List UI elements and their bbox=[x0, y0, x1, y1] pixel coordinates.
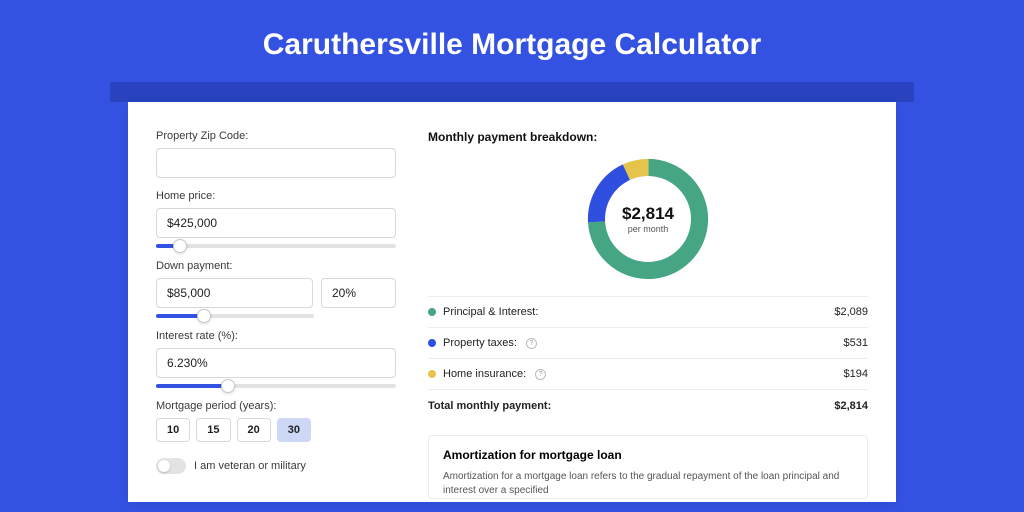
down-payment-pct-input[interactable] bbox=[321, 278, 396, 308]
calculator-panel: Property Zip Code: Home price: Down paym… bbox=[128, 102, 896, 502]
breakdown-line-principal: Principal & Interest: $2,089 bbox=[428, 296, 868, 327]
dot-icon bbox=[428, 308, 436, 316]
home-price-slider[interactable] bbox=[156, 244, 396, 248]
down-payment-amount-input[interactable] bbox=[156, 278, 313, 308]
breakdown-item-value: $2,089 bbox=[834, 306, 868, 318]
help-icon[interactable]: ? bbox=[535, 369, 546, 380]
slider-thumb-icon[interactable] bbox=[197, 309, 211, 323]
breakdown-item-value: $531 bbox=[844, 337, 868, 349]
breakdown-total-row: Total monthly payment: $2,814 bbox=[428, 389, 868, 421]
amortization-title: Amortization for mortgage loan bbox=[443, 448, 853, 462]
dot-icon bbox=[428, 339, 436, 347]
page-title: Caruthersville Mortgage Calculator bbox=[0, 28, 1024, 62]
page-header: Caruthersville Mortgage Calculator bbox=[0, 0, 1024, 82]
dot-icon bbox=[428, 370, 436, 378]
breakdown-total-value: $2,814 bbox=[834, 400, 868, 412]
mortgage-period-label: Mortgage period (years): bbox=[156, 400, 396, 412]
donut-amount: $2,814 bbox=[622, 204, 674, 224]
breakdown-column: Monthly payment breakdown: $2,814 per mo… bbox=[428, 130, 868, 502]
zip-input[interactable] bbox=[156, 148, 396, 178]
veteran-label: I am veteran or military bbox=[194, 460, 306, 472]
breakdown-line-insurance: Home insurance: ? $194 bbox=[428, 358, 868, 389]
interest-rate-label: Interest rate (%): bbox=[156, 330, 396, 342]
down-payment-slider[interactable] bbox=[156, 314, 314, 318]
down-payment-label: Down payment: bbox=[156, 260, 396, 272]
down-payment-field: Down payment: bbox=[156, 260, 396, 318]
interest-rate-input[interactable] bbox=[156, 348, 396, 378]
amortization-body: Amortization for a mortgage loan refers … bbox=[443, 470, 853, 498]
back-panel-tab bbox=[110, 82, 914, 102]
period-option-10[interactable]: 10 bbox=[156, 418, 190, 442]
donut-per: per month bbox=[628, 224, 669, 234]
period-option-30[interactable]: 30 bbox=[277, 418, 311, 442]
breakdown-item-label: Home insurance: bbox=[443, 368, 526, 380]
veteran-switch[interactable] bbox=[156, 458, 186, 474]
slider-thumb-icon[interactable] bbox=[221, 379, 235, 393]
mortgage-period-group: 10 15 20 30 bbox=[156, 418, 396, 442]
period-option-20[interactable]: 20 bbox=[237, 418, 271, 442]
period-option-15[interactable]: 15 bbox=[196, 418, 230, 442]
interest-rate-field: Interest rate (%): bbox=[156, 330, 396, 388]
breakdown-item-value: $194 bbox=[844, 368, 868, 380]
home-price-input[interactable] bbox=[156, 208, 396, 238]
veteran-row: I am veteran or military bbox=[156, 458, 396, 474]
donut-chart-wrap: $2,814 per month bbox=[428, 154, 868, 284]
donut-chart: $2,814 per month bbox=[583, 154, 713, 284]
amortization-card: Amortization for mortgage loan Amortizat… bbox=[428, 435, 868, 499]
breakdown-line-taxes: Property taxes: ? $531 bbox=[428, 327, 868, 358]
zip-label: Property Zip Code: bbox=[156, 130, 396, 142]
help-icon[interactable]: ? bbox=[526, 338, 537, 349]
slider-thumb-icon[interactable] bbox=[173, 239, 187, 253]
mortgage-period-field: Mortgage period (years): 10 15 20 30 bbox=[156, 400, 396, 442]
interest-rate-slider[interactable] bbox=[156, 384, 396, 388]
home-price-field: Home price: bbox=[156, 190, 396, 248]
zip-field: Property Zip Code: bbox=[156, 130, 396, 178]
inputs-column: Property Zip Code: Home price: Down paym… bbox=[156, 130, 396, 502]
breakdown-title: Monthly payment breakdown: bbox=[428, 130, 868, 144]
breakdown-item-label: Principal & Interest: bbox=[443, 306, 538, 318]
breakdown-item-label: Property taxes: bbox=[443, 337, 517, 349]
donut-center: $2,814 per month bbox=[605, 176, 691, 262]
home-price-label: Home price: bbox=[156, 190, 396, 202]
breakdown-total-label: Total monthly payment: bbox=[428, 400, 551, 412]
